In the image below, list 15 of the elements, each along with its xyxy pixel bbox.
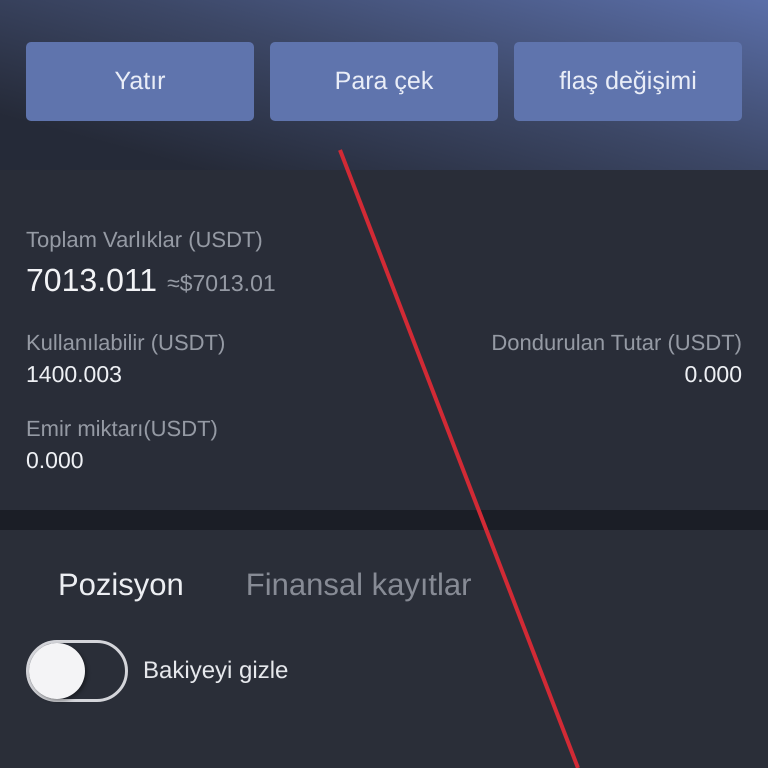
field-value: 1400.003 [26, 361, 122, 387]
field-label: Dondurulan Tutar (USDT) [491, 330, 742, 356]
action-button[interactable]: Yatır [26, 42, 254, 121]
total-label: Toplam Varlıklar (USDT) [26, 227, 263, 253]
field-label: Kullanılabilir (USDT) [26, 330, 226, 356]
field-value: 0.000 [684, 361, 742, 387]
action-button[interactable]: Para çek [270, 42, 498, 121]
tab[interactable]: Finansal kayıtlar [246, 567, 472, 603]
toggle-label: Bakiyeyi gizle [143, 656, 288, 686]
tab[interactable]: Pozisyon [58, 567, 184, 603]
field-value: 0.000 [26, 447, 84, 473]
total-value: 7013.011 [26, 262, 158, 298]
field-label: Emir miktarı(USDT) [26, 416, 218, 442]
total-equivalent: ≈$7013.01 [167, 270, 276, 296]
action-button[interactable]: flaş değişimi [514, 42, 742, 121]
